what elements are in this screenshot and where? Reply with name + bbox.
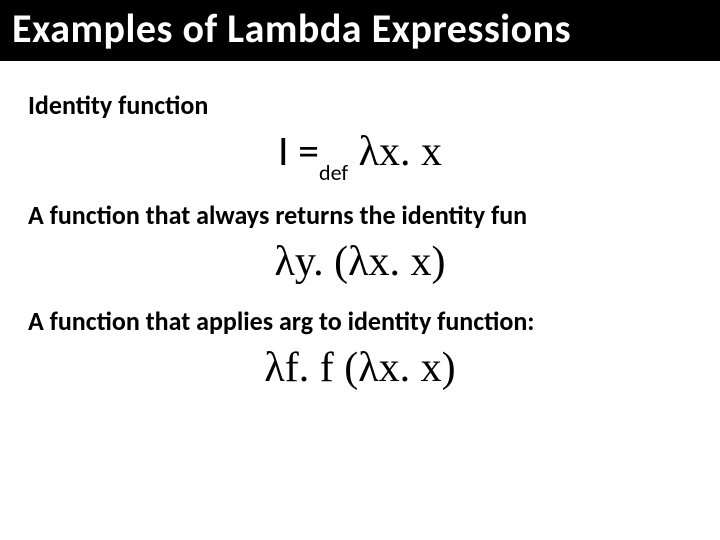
- section-expression: λy. (λx. x): [28, 237, 692, 287]
- expr-subscript: def: [319, 159, 348, 186]
- expr-main: λx. x: [348, 129, 442, 175]
- section-desc: Identity function: [28, 89, 692, 121]
- section-expression: I =def λx. x: [28, 127, 692, 181]
- slide-title: Examples of Lambda Expressions: [0, 0, 720, 61]
- expr-prefix: I =: [278, 126, 319, 177]
- section-desc: A function that always returns the ident…: [28, 199, 692, 231]
- section-desc: A function that applies arg to identity …: [28, 305, 692, 337]
- expr-main: λy. (λx. x): [275, 239, 446, 285]
- expr-main: λf. f (λx. x): [264, 345, 455, 391]
- slide: Examples of Lambda Expressions Identity …: [0, 0, 720, 540]
- slide-body: Identity function I =def λx. x A functio…: [0, 61, 720, 394]
- section-expression: λf. f (λx. x): [28, 343, 692, 393]
